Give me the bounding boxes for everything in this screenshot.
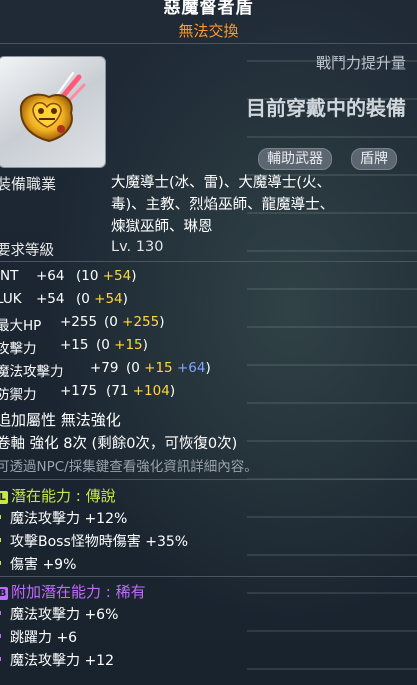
bullet-icon: [0, 657, 1, 661]
job-line: 煉獄巫師、琳恩: [111, 219, 213, 235]
extra-attribute: 追加屬性 無法強化: [0, 411, 121, 429]
stat-row: LUK +54 (0 +54): [0, 291, 128, 307]
item-icon-frame: [0, 56, 106, 168]
rare-grade-icon: B: [0, 587, 8, 600]
stat-name: LUK: [0, 291, 22, 307]
potential-header: L 潛在能力 : 傳說: [0, 485, 116, 506]
stat-total: +64: [36, 268, 65, 284]
stat-row: 魔法攻擊力 +79 (0 +15 +64): [0, 360, 211, 380]
bullet-icon: [0, 515, 1, 519]
potential-line: 傷害 +9%: [0, 554, 76, 574]
power-increase-label: 戰鬥力提升量: [315, 54, 406, 72]
stat-detail: (0 +54): [76, 291, 128, 307]
stat-row: 防禦力 +175 (71 +104): [0, 383, 175, 403]
stat-total: +255: [60, 314, 98, 330]
trade-status: 無法交換: [178, 22, 239, 40]
stat-row: INT +64 (10 +54): [0, 268, 137, 284]
stat-total: +79: [90, 360, 119, 376]
stat-detail: (0 +255): [104, 314, 165, 330]
scroll-enhance: 卷軸 強化 8次 (剩餘0次，可恢復0次): [0, 436, 238, 452]
bullet-icon: [0, 561, 1, 565]
shield-icon: [19, 72, 86, 143]
stat-total: +15: [60, 337, 89, 353]
stat-row: 最大HP +255 (0 +255): [0, 314, 165, 334]
stat-name: 攻擊力: [0, 341, 37, 357]
divider: [0, 479, 417, 480]
stat-detail: (0 +15): [96, 337, 148, 353]
stat-row: 攻擊力 +15 (0 +15): [0, 337, 148, 357]
stat-detail: (10 +54): [76, 268, 137, 284]
bullet-icon: [0, 611, 1, 615]
stat-total: +175: [60, 383, 98, 399]
divider: [0, 576, 417, 577]
npc-info: 可透過NPC/採集鍵查看強化資訊詳細內容。: [0, 459, 258, 475]
bonus-potential-line: 跳躍力 +6: [0, 627, 77, 647]
stat-detail: (71 +104): [106, 383, 176, 399]
divider: [0, 261, 417, 262]
equipped-status: 目前穿戴中的裝備: [246, 96, 406, 120]
job-line: 大魔導士(冰、雷)、大魔導士(火、: [111, 175, 331, 191]
bonus-potential-line: 魔法攻擊力 +6%: [0, 604, 118, 624]
stat-name: INT: [0, 268, 19, 284]
stat-name: 最大HP: [0, 318, 42, 334]
badge-subweapon: 輔助武器: [258, 148, 332, 170]
bullet-icon: [0, 634, 1, 638]
level-row: 要求等級 Lv. 130: [0, 239, 163, 260]
level-value: Lv. 130: [111, 239, 164, 255]
job-label: 裝備職業: [0, 175, 57, 193]
level-label: 要求等級: [0, 243, 54, 259]
divider: [0, 43, 417, 44]
badge-shield: 盾牌: [351, 148, 397, 170]
stat-detail: (0 +15 +64): [126, 360, 211, 376]
stat-name: 魔法攻擊力: [0, 364, 64, 380]
item-name: 惡魔督者盾: [163, 0, 254, 18]
bonus-potential-line: 魔法攻擊力 +12: [0, 650, 114, 670]
job-list: 大魔導士(冰、雷)、大魔導士(火、 毒)、主教、烈焰巫師、龍魔導士、 煉獄巫師、…: [111, 172, 401, 238]
bullet-icon: [0, 538, 1, 542]
job-line: 毒)、主教、烈焰巫師、龍魔導士、: [111, 197, 335, 213]
potential-line: 攻擊Boss怪物時傷害 +35%: [0, 531, 188, 551]
potential-line: 魔法攻擊力 +12%: [0, 508, 127, 528]
bonus-potential-header: B 附加潛在能力 : 稀有: [0, 581, 146, 602]
legendary-grade-icon: L: [0, 491, 8, 504]
stat-name: 防禦力: [0, 387, 37, 403]
stat-total: +54: [36, 291, 65, 307]
